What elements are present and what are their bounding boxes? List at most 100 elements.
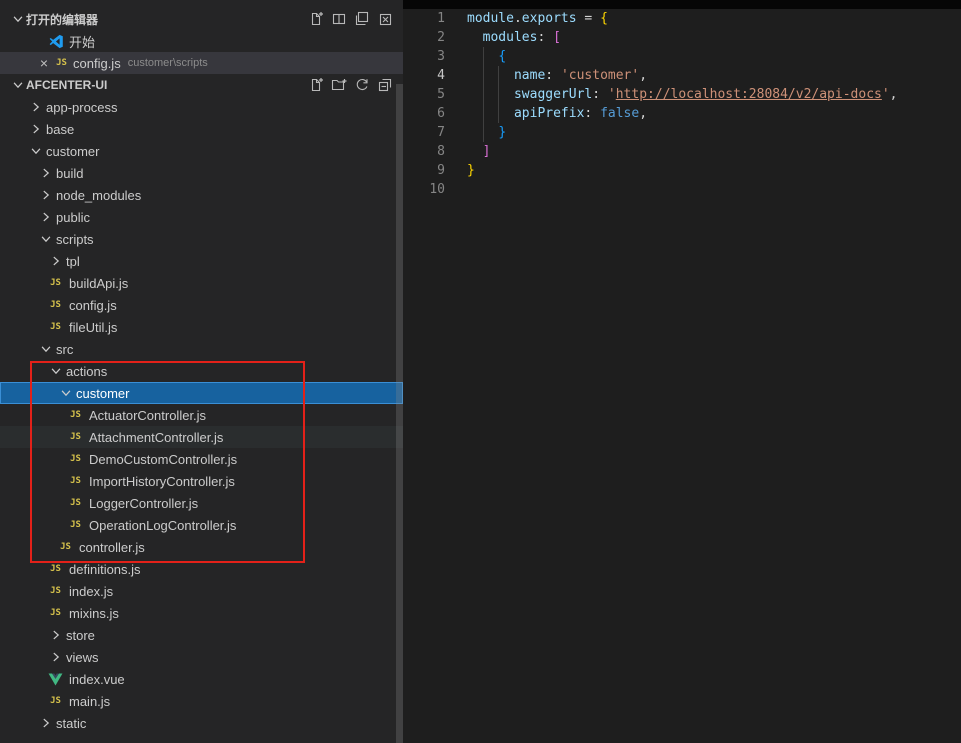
tree-item-customer[interactable]: customer (0, 382, 403, 404)
chevron-right-icon (38, 187, 54, 203)
js-file-icon: JS (48, 278, 63, 288)
open-editor-item-config[interactable]: × JS config.js customer\scripts (0, 52, 403, 74)
line-number: 2 (403, 28, 445, 47)
tree-item-mixins-js[interactable]: JSmixins.js (0, 602, 403, 624)
code-line[interactable]: 6 apiPrefix: false, (403, 104, 961, 123)
tree-item-config-js[interactable]: JSconfig.js (0, 294, 403, 316)
js-file-icon: JS (68, 432, 83, 442)
tree-item-label: base (46, 122, 74, 137)
tree-item-importhistorycontroller-js[interactable]: JSImportHistoryController.js (0, 470, 403, 492)
tree-item-controller-js[interactable]: JScontroller.js (0, 536, 403, 558)
code-line[interactable]: 7 } (403, 123, 961, 142)
code-line[interactable]: 2 modules: [ (403, 28, 961, 47)
close-icon[interactable]: × (36, 55, 52, 71)
vscode-window: 打开的编辑器 开始 × JS config.js customer\script… (0, 0, 961, 743)
chevron-down-icon (10, 11, 26, 27)
line-number: 5 (403, 85, 445, 104)
code-line[interactable]: 4 name: 'customer', (403, 66, 961, 85)
code-line[interactable]: 5 swaggerUrl: 'http://localhost:28084/v2… (403, 85, 961, 104)
chevron-down-icon (48, 363, 64, 379)
code-line[interactable]: 9} (403, 161, 961, 180)
tree-item-label: index.vue (69, 672, 125, 687)
file-tree: app-process base customer build node_modules… (0, 96, 403, 734)
tree-item-buildapi-js[interactable]: JSbuildApi.js (0, 272, 403, 294)
tree-item-label: views (66, 650, 99, 665)
tree-item-label: DemoCustomController.js (89, 452, 237, 467)
tree-item-label: fileUtil.js (69, 320, 117, 335)
editor-pane: 1module.exports = {2 modules: [3 {4 name… (403, 0, 961, 743)
line-number: 1 (403, 9, 445, 28)
tree-item-actuatorcontroller-js[interactable]: JSActuatorController.js (0, 404, 403, 426)
tree-item-label: main.js (69, 694, 110, 709)
chevron-down-icon (10, 77, 26, 93)
new-folder-icon[interactable] (331, 77, 347, 93)
tree-item-label: public (56, 210, 90, 225)
tree-item-scripts[interactable]: scripts (0, 228, 403, 250)
tree-item-definitions-js[interactable]: JSdefinitions.js (0, 558, 403, 580)
tree-item-attachmentcontroller-js[interactable]: JSAttachmentController.js (0, 426, 403, 448)
new-file-icon[interactable] (308, 77, 324, 93)
chevron-down-icon (28, 143, 44, 159)
js-file-icon: JS (68, 520, 83, 530)
line-number: 7 (403, 123, 445, 142)
open-editor-item-start[interactable]: 开始 (0, 30, 403, 52)
tree-item-operationlogcontroller-js[interactable]: JSOperationLogController.js (0, 514, 403, 536)
code-line[interactable]: 1 module.exports = { (403, 9, 961, 28)
open-editor-path: customer\scripts (128, 57, 208, 69)
new-file-icon[interactable] (308, 11, 324, 27)
code-line-text: } (467, 123, 506, 142)
open-editors-header[interactable]: 打开的编辑器 (0, 8, 403, 30)
tree-item-views[interactable]: views (0, 646, 403, 668)
explorer-section-header[interactable]: AFCENTER-UI (0, 74, 403, 96)
open-editor-label: config.js (73, 56, 121, 71)
collapse-all-icon[interactable] (377, 77, 393, 93)
tree-item-label: controller.js (79, 540, 145, 555)
tree-item-node-modules[interactable]: node_modules (0, 184, 403, 206)
js-file-icon: JS (48, 608, 63, 618)
tree-item-label: build (56, 166, 83, 181)
tree-item-public[interactable]: public (0, 206, 403, 228)
tree-item-static[interactable]: static (0, 712, 403, 734)
tree-item-app-process[interactable]: app-process (0, 96, 403, 118)
tree-item-src[interactable]: src (0, 338, 403, 360)
sidebar-scrollbar[interactable] (396, 84, 403, 743)
explorer-sidebar: 打开的编辑器 开始 × JS config.js customer\script… (0, 0, 403, 743)
code-line-text: modules: [ (467, 28, 561, 47)
chevron-down-icon (58, 385, 74, 401)
code-line-text: module.exports = { (467, 9, 608, 28)
code-area[interactable]: 1module.exports = {2 modules: [3 {4 name… (403, 9, 961, 199)
tree-item-index-js[interactable]: JS index.js (0, 580, 403, 602)
open-editors-actions (308, 11, 393, 27)
tree-item-store[interactable]: store (0, 624, 403, 646)
tree-item-actions[interactable]: actions (0, 360, 403, 382)
chevron-right-icon (48, 627, 64, 643)
tree-item-label: scripts (56, 232, 94, 247)
tree-item-build[interactable]: build (0, 162, 403, 184)
refresh-icon[interactable] (354, 77, 370, 93)
tree-item-label: customer (76, 386, 129, 401)
code-line-text: } (467, 161, 475, 180)
tree-item-label: config.js (69, 298, 117, 313)
tree-item-tpl[interactable]: tpl (0, 250, 403, 272)
tree-item-main-js[interactable]: JSmain.js (0, 690, 403, 712)
tree-item-label: tpl (66, 254, 80, 269)
close-all-icon[interactable] (377, 11, 393, 27)
tree-item-label: src (56, 342, 73, 357)
editor-tab-bar (403, 0, 961, 9)
tree-item-label: store (66, 628, 95, 643)
tree-item-fileutil-js[interactable]: JSfileUtil.js (0, 316, 403, 338)
code-line[interactable]: 8 ] (403, 142, 961, 161)
tree-item-democustomcontroller-js[interactable]: JSDemoCustomController.js (0, 448, 403, 470)
save-all-icon[interactable] (354, 11, 370, 27)
tree-item-label: static (56, 716, 86, 731)
tree-item-loggercontroller-js[interactable]: JSLoggerController.js (0, 492, 403, 514)
tree-item-label: index.js (69, 584, 113, 599)
split-editor-icon[interactable] (331, 11, 347, 27)
tree-item-base[interactable]: base (0, 118, 403, 140)
code-line[interactable]: 10 (403, 180, 961, 199)
js-file-icon: JS (48, 586, 63, 596)
code-line[interactable]: 3 { (403, 47, 961, 66)
tree-item-customer[interactable]: customer (0, 140, 403, 162)
js-file-icon: JS (68, 476, 83, 486)
tree-item-index-vue[interactable]: index.vue (0, 668, 403, 690)
